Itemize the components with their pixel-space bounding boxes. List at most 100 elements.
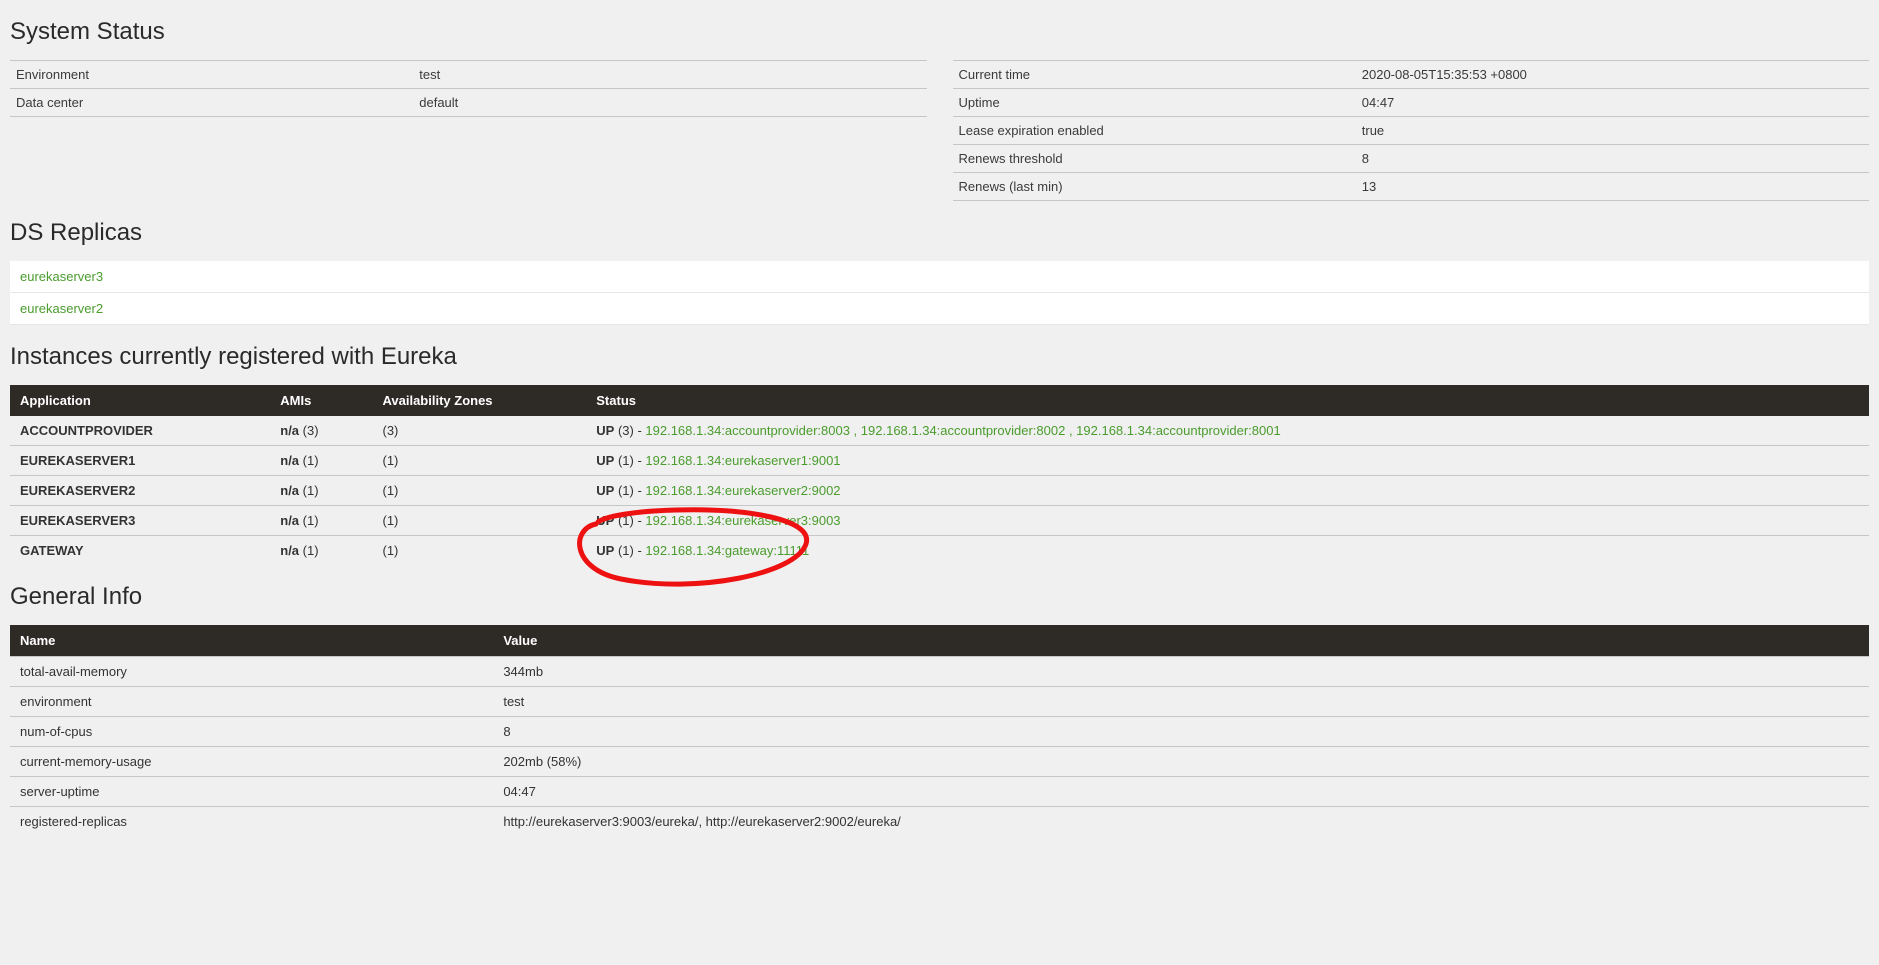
page-root: System Status EnvironmenttestData center… (0, 18, 1879, 856)
status-left-table: EnvironmenttestData centerdefault (10, 60, 927, 117)
status-right-row: Current time2020-08-05T15:35:53 +0800 (953, 61, 1870, 89)
status-right-row: Uptime04:47 (953, 89, 1870, 117)
status-right-value: 8 (1356, 145, 1869, 173)
instances-header-zones: Availability Zones (372, 385, 586, 416)
general-info-row: registered-replicashttp://eurekaserver3:… (10, 807, 1869, 837)
general-info-name: environment (10, 687, 493, 717)
instances-header-row: Application AMIs Availability Zones Stat… (10, 385, 1869, 416)
status-right-value: 13 (1356, 173, 1869, 201)
ds-replica-item: eurekaserver3 (10, 261, 1869, 293)
status-left-value: default (413, 89, 926, 117)
instances-header-application: Application (10, 385, 270, 416)
instance-zones: (1) (372, 536, 586, 566)
instance-amis-label: n/a (280, 453, 299, 468)
status-right-table: Current time2020-08-05T15:35:53 +0800Upt… (953, 60, 1870, 201)
instance-amis-count: (1) (299, 453, 319, 468)
general-header-value: Value (493, 625, 1869, 657)
instance-row: EUREKASERVER1n/a (1)(1) UP (1) - 192.168.… (10, 446, 1869, 476)
general-info-name: server-uptime (10, 777, 493, 807)
general-info-row: num-of-cpus8 (10, 717, 1869, 747)
status-left-key: Environment (10, 61, 413, 89)
status-right-key: Lease expiration enabled (953, 117, 1356, 145)
ds-replicas-list: eurekaserver3 eurekaserver2 (10, 261, 1869, 325)
instance-status-label: UP (596, 543, 614, 558)
system-status-row: EnvironmenttestData centerdefault Curren… (10, 60, 1869, 201)
status-left-key: Data center (10, 89, 413, 117)
instance-amis-count: (1) (299, 483, 319, 498)
instance-amis-count: (3) (299, 423, 319, 438)
instance-application: EUREKASERVER2 (10, 476, 270, 506)
general-info-value: 344mb (493, 657, 1869, 687)
instance-amis-label: n/a (280, 423, 299, 438)
instance-zones: (1) (372, 506, 586, 536)
status-right-col: Current time2020-08-05T15:35:53 +0800Upt… (953, 60, 1870, 201)
instance-amis-label: n/a (280, 513, 299, 528)
general-info-row: total-avail-memory344mb (10, 657, 1869, 687)
system-status-heading: System Status (10, 18, 1869, 46)
instance-amis: n/a (1) (270, 446, 372, 476)
status-right-key: Uptime (953, 89, 1356, 117)
instance-link[interactable]: 192.168.1.34:accountprovider:8002 (861, 423, 1066, 438)
instance-status: UP (1) - 192.168.1.34:eurekaserver2:9002 (586, 476, 1869, 506)
instance-amis-label: n/a (280, 483, 299, 498)
status-right-value: true (1356, 117, 1869, 145)
general-info-value: 202mb (58%) (493, 747, 1869, 777)
instance-amis: n/a (1) (270, 506, 372, 536)
general-header-name: Name (10, 625, 493, 657)
instance-link[interactable]: 192.168.1.34:eurekaserver1:9001 (645, 453, 840, 468)
instance-link[interactable]: 192.168.1.34:accountprovider:8003 (645, 423, 850, 438)
general-info-heading: General Info (10, 583, 1869, 611)
general-info-name: registered-replicas (10, 807, 493, 837)
instance-row: EUREKASERVER2n/a (1)(1)UP (1) - 192.168.… (10, 476, 1869, 506)
general-info-value: http://eurekaserver3:9003/eureka/, http:… (493, 807, 1869, 837)
instance-row: GATEWAYn/a (1)(1)UP (1) - 192.168.1.34:g… (10, 536, 1869, 566)
status-left-col: EnvironmenttestData centerdefault (10, 60, 927, 201)
instance-link[interactable]: 192.168.1.34:eurekaserver2:9002 (645, 483, 840, 498)
general-info-value: 8 (493, 717, 1869, 747)
general-info-value: 04:47 (493, 777, 1869, 807)
general-info-name: total-avail-memory (10, 657, 493, 687)
general-info-table: Name Value total-avail-memory344mbenviro… (10, 625, 1869, 836)
instance-link[interactable]: 192.168.1.34:eurekaserver3:9003 (645, 513, 840, 528)
instance-link[interactable]: 192.168.1.34:accountprovider:8001 (1076, 423, 1281, 438)
instance-amis-label: n/a (280, 543, 299, 558)
general-info-name: num-of-cpus (10, 717, 493, 747)
instance-amis: n/a (3) (270, 416, 372, 446)
instance-status: UP (1) - 192.168.1.34:gateway:11111 (586, 536, 1869, 566)
status-right-key: Renews threshold (953, 145, 1356, 173)
status-right-row: Lease expiration enabledtrue (953, 117, 1870, 145)
instance-status-count: (1) - (614, 513, 645, 528)
instance-link[interactable]: 192.168.1.34:gateway:11111 (645, 543, 809, 558)
ds-replica-link[interactable]: eurekaserver2 (20, 301, 103, 316)
general-info-row: environmenttest (10, 687, 1869, 717)
status-right-value: 2020-08-05T15:35:53 +0800 (1356, 61, 1869, 89)
instance-row: EUREKASERVER3n/a (1)(1)UP (1) - 192.168.… (10, 506, 1869, 536)
status-left-value: test (413, 61, 926, 89)
instance-application: GATEWAY (10, 536, 270, 566)
instance-status-label: UP (596, 423, 614, 438)
ds-replica-link[interactable]: eurekaserver3 (20, 269, 103, 284)
instance-status-count: (1) - (614, 453, 645, 468)
instance-status: UP (3) - 192.168.1.34:accountprovider:80… (586, 416, 1869, 446)
instance-link-separator: , (850, 423, 861, 438)
instance-row: ACCOUNTPROVIDERn/a (3)(3)UP (3) - 192.16… (10, 416, 1869, 446)
instance-status-label: UP (596, 453, 614, 468)
instance-zones: (1) (372, 476, 586, 506)
instances-table: Application AMIs Availability Zones Stat… (10, 385, 1869, 565)
instance-amis: n/a (1) (270, 536, 372, 566)
instance-status: UP (1) - 192.168.1.34:eurekaserver3:9003 (586, 506, 1869, 536)
general-header-row: Name Value (10, 625, 1869, 657)
ds-replicas-heading: DS Replicas (10, 219, 1869, 247)
instance-amis: n/a (1) (270, 476, 372, 506)
instance-application: EUREKASERVER1 (10, 446, 270, 476)
instance-zones: (3) (372, 416, 586, 446)
instance-application: EUREKASERVER3 (10, 506, 270, 536)
instance-status: UP (1) - 192.168.1.34:eurekaserver1:9001 (586, 446, 1869, 476)
status-right-key: Renews (last min) (953, 173, 1356, 201)
instance-amis-count: (1) (299, 513, 319, 528)
instances-header-amis: AMIs (270, 385, 372, 416)
instances-header-status: Status (586, 385, 1869, 416)
status-right-value: 04:47 (1356, 89, 1869, 117)
instances-heading: Instances currently registered with Eure… (10, 343, 1869, 371)
status-right-row: Renews threshold8 (953, 145, 1870, 173)
